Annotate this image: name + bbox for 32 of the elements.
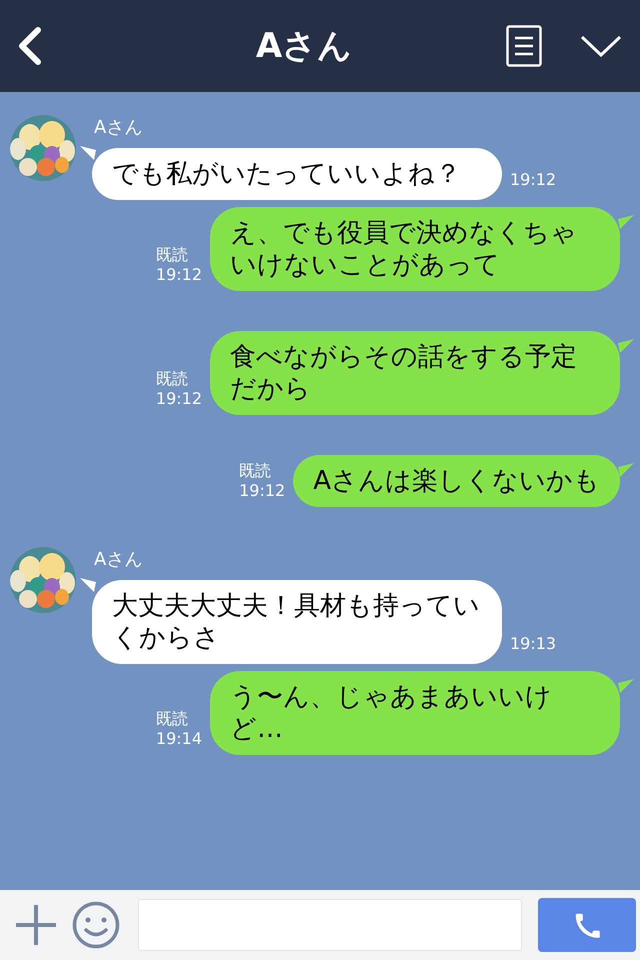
- message-bubble: 大丈夫大丈夫！具材も持っていくからさ: [92, 580, 502, 664]
- read-status: 既読: [239, 461, 272, 481]
- read-status: 既読: [156, 709, 189, 729]
- message-bubble: え、でも役員で決めなくちゃいけないことがあって: [210, 207, 620, 291]
- message-time: 19:12: [239, 481, 286, 501]
- sender-name: Aさん: [94, 116, 144, 140]
- message-bubble: Aさんは楽しくないかも: [293, 455, 620, 507]
- smiley-icon[interactable]: [72, 901, 120, 949]
- read-status: 既読: [156, 369, 189, 389]
- speech-tail: [618, 339, 634, 353]
- message-time: 19:14: [156, 729, 202, 749]
- notes-icon[interactable]: [506, 25, 542, 67]
- speech-tail: [618, 679, 634, 693]
- message-time: 19:13: [510, 633, 556, 655]
- speech-tail: [618, 463, 634, 477]
- back-icon[interactable]: [16, 27, 42, 65]
- message-bubble: でも私がいたっていいよね？: [92, 148, 502, 200]
- message-input[interactable]: [138, 899, 522, 951]
- chevron-down-icon[interactable]: [580, 34, 622, 58]
- plus-icon[interactable]: [16, 905, 56, 945]
- message-bubble: 食べながらその話をする予定だから: [210, 331, 620, 415]
- speech-tail: [80, 146, 96, 160]
- message-time: 19:12: [156, 265, 202, 285]
- call-button[interactable]: [538, 898, 636, 952]
- message-time: 19:12: [156, 389, 202, 409]
- speech-tail: [80, 578, 96, 592]
- read-status: 既読: [156, 245, 189, 265]
- chat-title: Aさん: [256, 24, 352, 68]
- speech-tail: [618, 215, 634, 229]
- message-time: 19:12: [510, 169, 556, 191]
- sender-name: Aさん: [94, 548, 144, 572]
- message-bubble: う〜ん、じゃあまあいいけど…: [210, 671, 620, 755]
